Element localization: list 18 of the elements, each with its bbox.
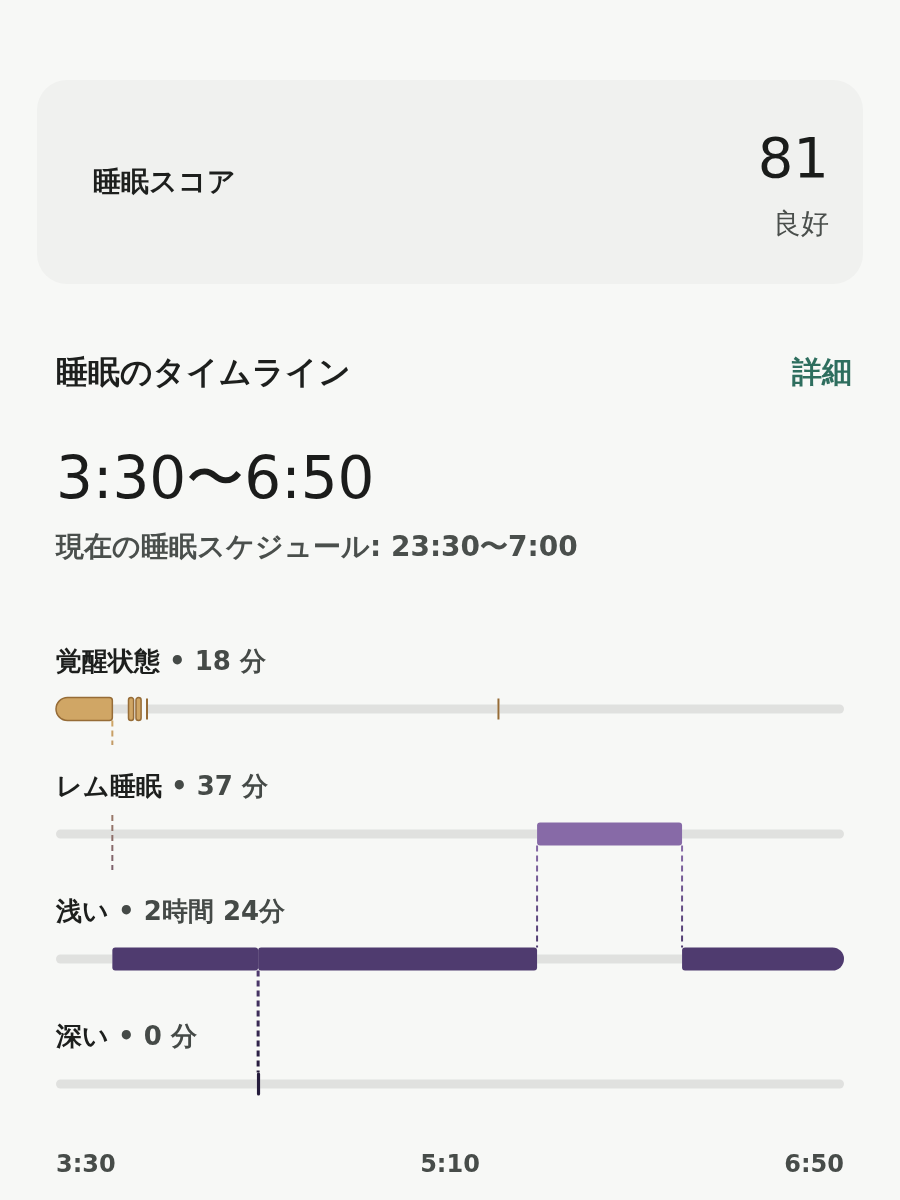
time-axis-label: 3:30 [56, 1150, 116, 1178]
score-value: 81 [757, 126, 829, 190]
stage-label: レム睡眠 • 37 分 [56, 771, 268, 801]
stage-label: 深い • 0 分 [56, 1021, 197, 1051]
time-axis-label: 5:10 [420, 1150, 480, 1178]
sleep-schedule-text: 現在の睡眠スケジュール: 23:30〜7:00 [54, 529, 579, 565]
wake-tick-mark [146, 697, 148, 721]
wake-tick-mark [497, 697, 500, 721]
details-link[interactable]: 詳細 [792, 350, 852, 394]
stage-label: 覚醒状態 • 18 分 [56, 646, 266, 676]
time-axis-label: 6:50 [784, 1150, 844, 1178]
timeline-track [112, 704, 129, 714]
score-rating: 良好 [773, 206, 829, 242]
stage-label: 浅い • 2時間 24分 [56, 896, 286, 926]
score-title: 睡眠スコア [93, 164, 236, 200]
section-title: 睡眠のタイムライン [56, 352, 351, 393]
sleep-time-range: 3:30〜6:50 [55, 443, 376, 513]
timeline-track [56, 954, 113, 964]
